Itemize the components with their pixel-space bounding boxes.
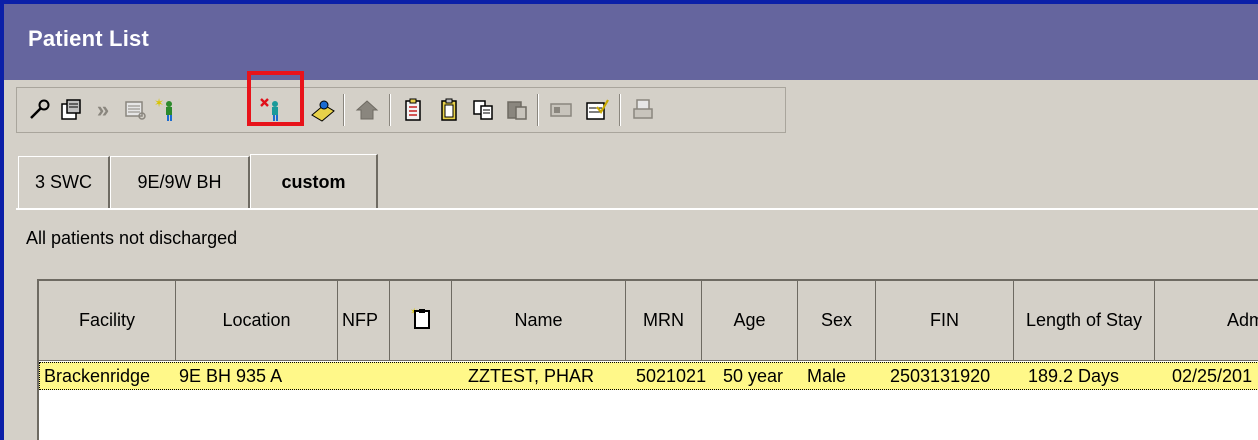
properties-sheet-icon[interactable]: [57, 96, 85, 124]
forward-arrows-icon[interactable]: »: [89, 96, 117, 124]
column-header-sex[interactable]: Sex: [798, 281, 876, 361]
cell-admit-date: 02/25/201: [1172, 366, 1253, 386]
paste-icon[interactable]: [503, 96, 531, 124]
cell-location: 9E BH 935 A: [179, 366, 283, 386]
tab-3-swc[interactable]: 3 SWC: [18, 156, 110, 208]
clipboard-icon[interactable]: [435, 96, 463, 124]
toolbar-separator: [343, 94, 345, 126]
cell-facility: Brackenridge: [44, 366, 151, 386]
column-header-fin[interactable]: FIN: [876, 281, 1014, 361]
print-icon[interactable]: [629, 96, 657, 124]
tab-9e-9w-bh[interactable]: 9E/9W BH: [110, 156, 250, 208]
patient-list-window: Patient List » ✶ 3 SWC 9E/9W BH custom A…: [0, 0, 1258, 440]
cell-fin: 2503131920: [890, 366, 991, 386]
list-filter-description: All patients not discharged: [26, 228, 238, 248]
notes-checklist-icon[interactable]: [399, 96, 427, 124]
column-header-notes[interactable]: ✶: [390, 281, 452, 361]
column-header-facility[interactable]: Facility: [39, 281, 176, 361]
notes-clipboard-icon: ✶: [410, 306, 432, 335]
home-icon[interactable]: [353, 96, 381, 124]
copy-icon[interactable]: [469, 96, 497, 124]
column-header-name[interactable]: Name: [452, 281, 626, 361]
patient-locator-icon[interactable]: [309, 96, 337, 124]
toolbar: » ✶: [16, 87, 786, 133]
column-settings-icon[interactable]: [547, 96, 575, 124]
tab-content-border: [16, 208, 1258, 210]
cell-sex: Male: [807, 366, 847, 386]
patient-grid: Facility Location NFP ✶ Name MRN Age Sex…: [37, 279, 1258, 440]
properties-wrench-icon[interactable]: [25, 96, 53, 124]
column-header-location[interactable]: Location: [176, 281, 338, 361]
toolbar-separator: [537, 94, 539, 126]
cell-name: ZZTEST, PHAR: [468, 366, 595, 386]
title-bar: Patient List: [4, 4, 1258, 80]
column-header-age[interactable]: Age: [702, 281, 798, 361]
checklist-sheet-icon[interactable]: [583, 96, 611, 124]
cell-length-of-stay: 189.2 Days: [1028, 366, 1120, 386]
column-header-length-of-stay[interactable]: Length of Stay: [1014, 281, 1155, 361]
table-row[interactable]: Brackenridge 9E BH 935 A ZZTEST, PHAR 50…: [39, 362, 1258, 390]
column-header-nfp[interactable]: NFP: [338, 281, 390, 361]
cell-mrn: 5021021: [636, 366, 707, 386]
column-header-admit-date[interactable]: Adm: [1155, 281, 1258, 361]
cell-age: 50 year: [723, 366, 784, 386]
toolbar-separator: [619, 94, 621, 126]
column-header-mrn[interactable]: MRN: [626, 281, 702, 361]
add-patient-icon[interactable]: ✶: [153, 96, 181, 124]
remove-patient-icon[interactable]: [259, 96, 287, 124]
toolbar-separator: [389, 94, 391, 126]
svg-text:✶: ✶: [154, 97, 164, 110]
window-title: Patient List: [28, 26, 149, 51]
tab-custom[interactable]: custom: [250, 154, 378, 210]
view-list-icon[interactable]: [121, 96, 149, 124]
